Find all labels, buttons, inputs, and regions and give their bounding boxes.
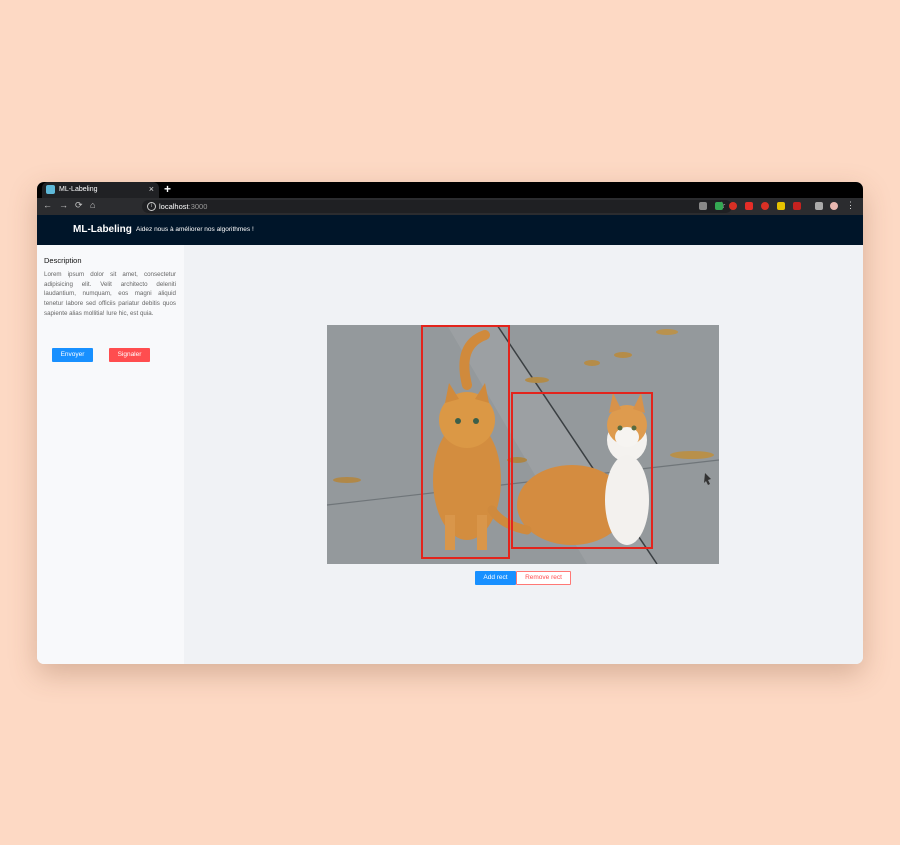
main-content: Add rect Remove rect (184, 245, 863, 664)
extension-icon[interactable] (761, 202, 769, 210)
cats-photo[interactable] (327, 325, 719, 564)
url-text: localhost:3000 (159, 202, 207, 211)
description-title: Description (44, 256, 82, 265)
report-button[interactable]: Signaler (109, 348, 150, 362)
extension-icon[interactable] (729, 202, 737, 210)
app-title: ML-Labeling (73, 224, 132, 235)
home-icon[interactable]: ⌂ (90, 200, 95, 210)
url-host: localhost (159, 202, 189, 211)
send-button[interactable]: Envoyer (52, 348, 93, 362)
extension-icon[interactable] (699, 202, 707, 210)
forward-icon[interactable]: → (59, 200, 68, 210)
address-bar[interactable]: i localhost:3000 ☆ (142, 200, 732, 213)
tab-title: ML-Labeling (59, 186, 98, 193)
menu-dots-icon[interactable]: ⋮ (846, 200, 855, 211)
favicon-icon (46, 185, 55, 194)
remove-rect-button[interactable]: Remove rect (516, 571, 571, 585)
url-port: :3000 (188, 202, 208, 211)
avatar[interactable] (830, 202, 838, 210)
extension-icon[interactable] (777, 202, 785, 210)
playlist-icon[interactable] (815, 202, 823, 210)
tab-bar: ML-Labeling × + (37, 182, 863, 198)
extension-icon[interactable] (793, 202, 801, 210)
bounding-box[interactable] (511, 392, 653, 549)
description-text: Lorem ipsum dolor sit amet, consectetur … (44, 271, 176, 317)
add-rect-button[interactable]: Add rect (475, 571, 516, 585)
browser-window: ML-Labeling × + ← → ⟳ ⌂ i localhost:3000… (37, 182, 863, 664)
app-subtitle: Aidez nous à améliorer nos algorithmes ! (136, 226, 254, 233)
extension-icon[interactable] (745, 202, 753, 210)
tab-close-icon[interactable]: × (149, 184, 154, 194)
back-icon[interactable]: ← (43, 200, 52, 210)
new-tab-button[interactable]: + (164, 182, 171, 196)
extension-icon[interactable] (715, 202, 723, 210)
sidebar: Description Lorem ipsum dolor sit amet, … (37, 245, 184, 664)
browser-tab[interactable]: ML-Labeling × (42, 182, 159, 198)
browser-toolbar: ← → ⟳ ⌂ i localhost:3000 ☆ ⋮ (37, 198, 863, 215)
site-info-icon[interactable]: i (147, 202, 156, 211)
app-header: ML-Labeling Aidez nous à améliorer nos a… (37, 215, 863, 245)
reload-icon[interactable]: ⟳ (75, 200, 83, 211)
bounding-box[interactable] (421, 325, 510, 559)
